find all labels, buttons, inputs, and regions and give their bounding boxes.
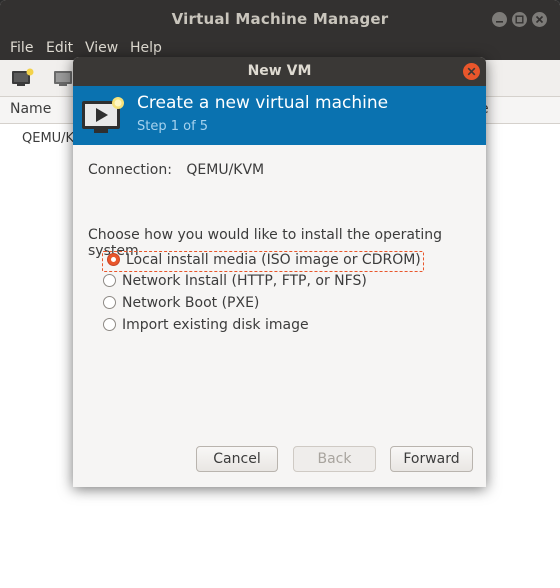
forward-button[interactable]: Forward [390, 446, 473, 472]
radio-label: Network Install (HTTP, FTP, or NFS) [122, 273, 367, 289]
connection-row: Connection: QEMU/KVM [88, 162, 264, 178]
maximize-button[interactable] [512, 12, 527, 27]
new-vm-dialog: New VM Create a new virtual machine Step… [73, 57, 486, 487]
banner-title: Create a new virtual machine [137, 93, 389, 113]
column-name-header[interactable]: Name [10, 101, 51, 117]
main-titlebar[interactable]: Virtual Machine Manager [0, 0, 560, 38]
window-title: Virtual Machine Manager [171, 10, 389, 28]
dialog-titlebar[interactable]: New VM [73, 57, 486, 86]
close-icon [467, 67, 476, 76]
radio-button[interactable] [103, 317, 116, 331]
radio-network-boot[interactable]: Network Boot (PXE) [103, 295, 259, 314]
dialog-title: New VM [247, 63, 312, 79]
new-vm-monitor-icon [81, 97, 125, 135]
menu-help[interactable]: Help [130, 40, 162, 56]
step-indicator: Step 1 of 5 [137, 119, 209, 134]
maximize-icon [515, 15, 524, 24]
radio-label: Local install media (ISO image or CDROM) [126, 252, 421, 268]
radio-network-install[interactable]: Network Install (HTTP, FTP, or NFS) [103, 273, 367, 292]
new-vm-icon[interactable] [11, 68, 34, 86]
dialog-close-button[interactable] [463, 63, 480, 80]
radio-button-checked[interactable] [107, 252, 120, 266]
radio-label: Network Boot (PXE) [122, 295, 260, 311]
wizard-banner: Create a new virtual machine Step 1 of 5 [73, 86, 486, 145]
menu-file[interactable]: File [10, 40, 33, 56]
back-button[interactable]: Back [293, 446, 376, 472]
minimize-button[interactable] [492, 12, 507, 27]
menu-edit[interactable]: Edit [46, 40, 73, 56]
cancel-button[interactable]: Cancel [196, 446, 278, 472]
close-icon [535, 15, 544, 24]
open-console-icon[interactable] [53, 68, 75, 86]
radio-import-disk[interactable]: Import existing disk image [103, 317, 309, 336]
radio-button[interactable] [103, 273, 116, 287]
radio-local-install[interactable]: Local install media (ISO image or CDROM) [102, 251, 424, 272]
menu-view[interactable]: View [85, 40, 118, 56]
minimize-icon [496, 21, 503, 23]
connection-label: Connection: [88, 162, 172, 178]
radio-label: Import existing disk image [122, 317, 309, 333]
radio-button[interactable] [103, 295, 116, 309]
close-main-button[interactable] [532, 12, 547, 27]
connection-value: QEMU/KVM [186, 162, 265, 178]
